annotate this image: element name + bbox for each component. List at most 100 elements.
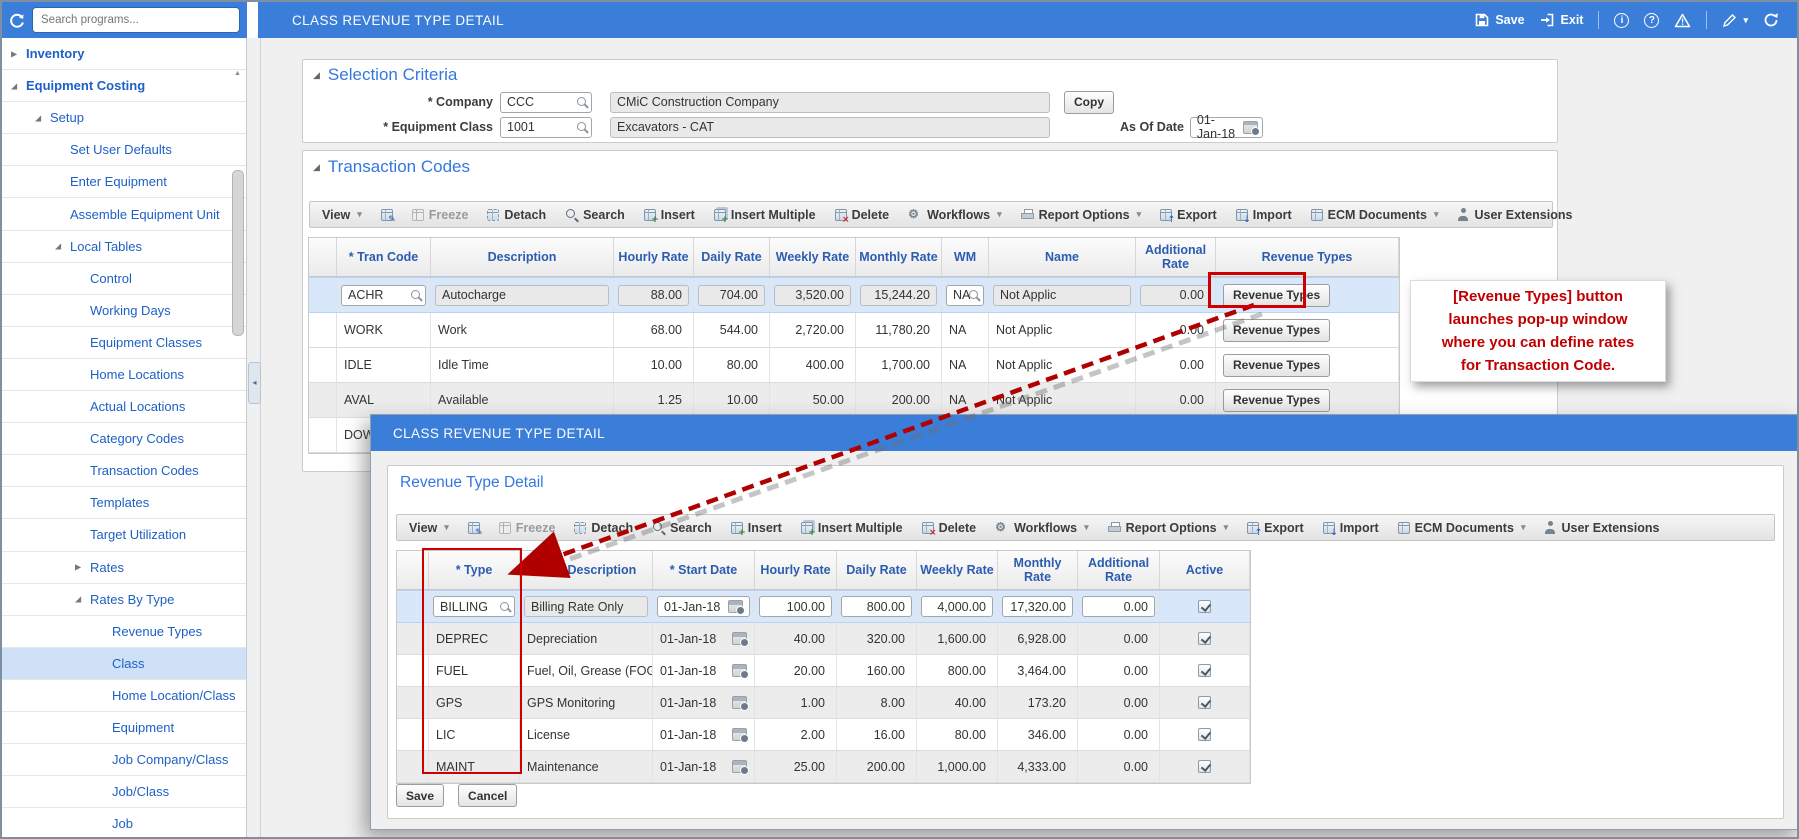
sidebar-item-actual-locations[interactable]: Actual Locations [2,391,246,423]
warning-icon[interactable] [1674,13,1691,28]
sidebar-item-transaction-codes[interactable]: Transaction Codes [2,455,246,487]
popup-save-button[interactable]: Save [396,784,444,807]
help-icon[interactable]: ? [1644,13,1659,28]
revenue-types-button[interactable]: Revenue Types [1223,354,1330,377]
column-header-daily-rate[interactable]: Daily Rate [694,238,770,276]
calendar-icon[interactable] [732,728,747,741]
edit-preferences-button[interactable]: ▾ [1722,13,1748,28]
toolbar-insert-button[interactable]: +Insert [731,521,782,535]
wm-input[interactable]: NA [946,285,984,306]
calendar-icon[interactable] [1243,121,1258,134]
transaction-codes-header[interactable]: ◢ Transaction Codes [313,157,470,177]
toolbar-detach-button[interactable]: Detach [574,521,633,535]
sidebar-item-templates[interactable]: Templates [2,487,246,519]
revenue-types-button[interactable]: Revenue Types [1223,319,1330,342]
sidebar-item-job-class[interactable]: Job/Class [2,776,246,808]
save-button[interactable]: Save [1475,13,1524,27]
transaction-code-row-idle[interactable]: IDLEIdle Time10.0080.00400.001,700.00NAN… [309,348,1399,383]
lov-search-icon[interactable] [969,290,978,299]
popup-cancel-button[interactable]: Cancel [458,784,517,807]
revenue-type-row-lic[interactable]: LICLicense01-Jan-182.0016.0080.00346.000… [397,719,1250,751]
active-checkbox[interactable] [1198,600,1211,613]
sidebar-item-control[interactable]: Control [2,263,246,295]
active-checkbox[interactable] [1198,664,1211,677]
sidebar-item-class[interactable]: Class [2,648,246,680]
toolbar-delete-button[interactable]: ×Delete [835,208,890,222]
column-header-weekly-rate[interactable]: Weekly Rate [917,551,998,589]
revenue-type-row-gps[interactable]: GPSGPS Monitoring01-Jan-181.008.0040.001… [397,687,1250,719]
row-select-cell[interactable] [309,418,337,452]
sidebar-item-category-codes[interactable]: Category Codes [2,423,246,455]
hourly-rate-input[interactable]: 100.00 [759,596,832,617]
sidebar-item-inventory[interactable]: ▶Inventory [2,38,246,70]
lov-search-icon[interactable] [411,290,420,299]
column-header-description[interactable]: Description [431,238,614,276]
sidebar-collapse-handle[interactable]: ◂ [248,362,261,404]
sidebar-item-home-location-class[interactable]: Home Location/Class [2,680,246,712]
column-header-daily-rate[interactable]: Daily Rate [837,551,917,589]
revenue-types-button[interactable]: Revenue Types [1223,389,1330,412]
sidebar-item-target-utilization[interactable]: Target Utilization [2,519,246,551]
column-header-monthly-rate[interactable]: Monthly Rate [856,238,942,276]
copy-button[interactable]: Copy [1064,91,1114,114]
additional-rate-input[interactable]: 0.00 [1082,596,1155,617]
toolbar-search-button[interactable]: Search [652,521,712,535]
sidebar-item-working-days[interactable]: Working Days [2,295,246,327]
column-header-start-date[interactable]: * Start Date [653,551,755,589]
toolbar-export-button[interactable]: ⇡Export [1160,208,1217,222]
revenue-type-row-maint[interactable]: MAINTMaintenance01-Jan-1825.00200.001,00… [397,751,1250,783]
active-checkbox[interactable] [1198,696,1211,709]
collapse-triangle-icon[interactable]: ◢ [35,113,41,122]
column-header-additional-rate[interactable]: Additional Rate [1078,551,1160,589]
toolbar-format-button[interactable]: ✎ [381,209,393,221]
sidebar-item-equipment[interactable]: Equipment [2,712,246,744]
row-select-cell[interactable] [309,348,337,382]
row-select-cell[interactable] [309,383,337,417]
sidebar-item-home-locations[interactable]: Home Locations [2,359,246,391]
column-header-monthly-rate[interactable]: Monthly Rate [998,551,1078,589]
transaction-code-row-aval[interactable]: AVALAvailable1.2510.0050.00200.00NANot A… [309,383,1399,418]
active-checkbox[interactable] [1198,728,1211,741]
toolbar-export-button[interactable]: ⇡Export [1247,521,1304,535]
refresh-icon[interactable] [1763,12,1779,28]
column-header-type-description[interactable]: Type Description [520,551,653,589]
expand-triangle-icon[interactable]: ▶ [75,563,81,572]
toolbar-import-button[interactable]: ⇣Import [1236,208,1292,222]
company-code-input[interactable]: CCC [500,92,592,113]
sidebar-item-assemble-equipment-unit[interactable]: Assemble Equipment Unit [2,198,246,230]
toolbar-view-button[interactable]: View▾ [322,208,362,222]
toolbar-workflows-button[interactable]: ⚙Workflows▾ [995,521,1089,535]
toolbar-ecm-documents-button[interactable]: ECM Documents▾ [1398,521,1526,535]
active-checkbox[interactable] [1198,632,1211,645]
collapse-triangle-icon[interactable]: ◢ [55,242,61,251]
column-header-name[interactable]: Name [989,238,1136,276]
row-select-cell[interactable] [309,278,337,312]
sidebar-scroll-up-arrow[interactable]: ▲ [232,68,243,80]
lov-search-icon[interactable] [577,97,586,106]
toolbar-insert-multiple-button[interactable]: +Insert Multiple [714,208,816,222]
column-header-weekly-rate[interactable]: Weekly Rate [770,238,856,276]
revenue-type-row-billing[interactable]: BILLINGBilling Rate Only01-Jan-18100.008… [397,590,1250,623]
calendar-icon[interactable] [732,696,747,709]
monthly-rate-input[interactable]: 17,320.00 [1002,596,1073,617]
sidebar-item-job[interactable]: Job [2,808,246,839]
toolbar-insert-button[interactable]: +Insert [644,208,695,222]
calendar-icon[interactable] [732,632,747,645]
calendar-icon[interactable] [728,600,743,613]
column-header-active[interactable]: Active [1160,551,1250,589]
selection-criteria-header[interactable]: ◢ Selection Criteria [313,65,457,85]
tran-code-input[interactable]: ACHR [341,285,426,306]
column-header-hourly-rate[interactable]: Hourly Rate [614,238,694,276]
calendar-icon[interactable] [732,760,747,773]
sidebar-item-local-tables[interactable]: ◢Local Tables [2,231,246,263]
collapse-triangle-icon[interactable]: ◢ [11,81,17,90]
collapse-triangle-icon[interactable]: ◢ [75,595,81,604]
toolbar-insert-multiple-button[interactable]: +Insert Multiple [801,521,903,535]
toolbar-report-options-button[interactable]: Report Options▾ [1021,208,1142,222]
info-icon[interactable]: i [1614,13,1629,28]
column-header-additional-rate[interactable]: Additional Rate [1136,238,1216,276]
equipment-class-code-input[interactable]: 1001 [500,117,592,138]
daily-rate-input[interactable]: 800.00 [841,596,912,617]
sidebar-item-rates-by-type[interactable]: ◢Rates By Type [2,584,246,616]
exit-button[interactable]: Exit [1540,13,1584,27]
